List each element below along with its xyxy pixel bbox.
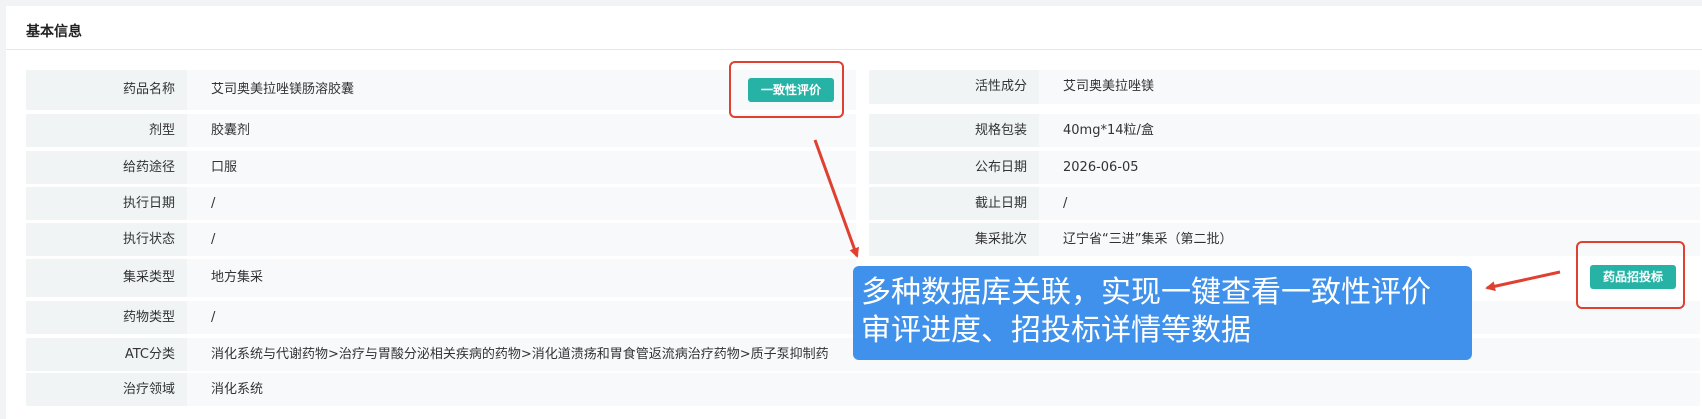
drug-bidding-button[interactable]: 药品招投标 bbox=[1590, 265, 1676, 289]
field-label: 药物类型 bbox=[26, 301, 187, 334]
callout-line-2: 审评进度、招投标详情等数据 bbox=[861, 313, 1251, 348]
field-value: 艾司奥美拉唑镁 bbox=[1063, 79, 1155, 94]
consistency-evaluation-button[interactable]: 一致性评价 bbox=[748, 78, 834, 102]
field-row-exec-status: 执行状态 / bbox=[26, 223, 856, 256]
field-row-route: 给药途径 口服 bbox=[26, 151, 856, 184]
callout-line-1: 多种数据库关联，实现一键查看一致性评价 bbox=[861, 275, 1431, 310]
field-row-dosage-form: 剂型 胶囊剂 bbox=[26, 114, 856, 147]
field-label: 药品名称 bbox=[26, 70, 187, 110]
field-label: 截止日期 bbox=[869, 187, 1039, 220]
field-row-therapeutic-area: 治疗领域 消化系统 bbox=[26, 373, 1700, 406]
field-value: / bbox=[211, 196, 216, 211]
field-value: 40mg*14粒/盒 bbox=[1063, 123, 1154, 138]
field-value: 消化系统与代谢药物>治疗与胃酸分泌相关疾病的药物>消化道溃疡和胃食管返流病治疗药… bbox=[211, 347, 829, 362]
field-label: 给药途径 bbox=[26, 151, 187, 184]
field-label: 规格包装 bbox=[869, 114, 1039, 147]
field-row-exec-date: 执行日期 / bbox=[26, 187, 856, 220]
field-value: 2026-06-05 bbox=[1063, 160, 1139, 175]
field-label: 集采批次 bbox=[869, 223, 1039, 256]
field-value: 胶囊剂 bbox=[211, 123, 251, 138]
field-value: 艾司奥美拉唑镁肠溶胶囊 bbox=[211, 82, 355, 97]
field-label: 执行状态 bbox=[26, 223, 187, 256]
field-label: 公布日期 bbox=[869, 151, 1039, 184]
field-value: 口服 bbox=[211, 160, 238, 175]
divider bbox=[6, 49, 1702, 50]
field-label: 活性成分 bbox=[869, 70, 1039, 104]
field-label: 治疗领域 bbox=[26, 373, 187, 406]
annotation-callout: 多种数据库关联，实现一键查看一致性评价 审评进度、招投标详情等数据 bbox=[853, 266, 1472, 360]
field-row-deadline: 截止日期 / bbox=[869, 187, 1700, 220]
field-value: / bbox=[211, 310, 216, 325]
field-row-publish-date: 公布日期 2026-06-05 bbox=[869, 151, 1700, 184]
field-row-spec-package: 规格包装 40mg*14粒/盒 bbox=[869, 114, 1700, 147]
field-value: / bbox=[1063, 196, 1068, 211]
section-title: 基本信息 bbox=[26, 24, 82, 40]
field-value: / bbox=[211, 232, 216, 247]
field-label: 剂型 bbox=[26, 114, 187, 147]
field-value: 消化系统 bbox=[211, 382, 264, 397]
field-row-procurement-type: 集采类型 地方集采 bbox=[26, 259, 856, 297]
field-label: 集采类型 bbox=[26, 259, 187, 297]
field-row-active-ingredient: 活性成分 艾司奥美拉唑镁 bbox=[869, 70, 1700, 104]
field-value: 辽宁省“三进”集采（第二批） bbox=[1063, 232, 1233, 247]
field-label: ATC分类 bbox=[26, 338, 187, 371]
field-value: 地方集采 bbox=[211, 270, 264, 285]
field-label: 执行日期 bbox=[26, 187, 187, 220]
